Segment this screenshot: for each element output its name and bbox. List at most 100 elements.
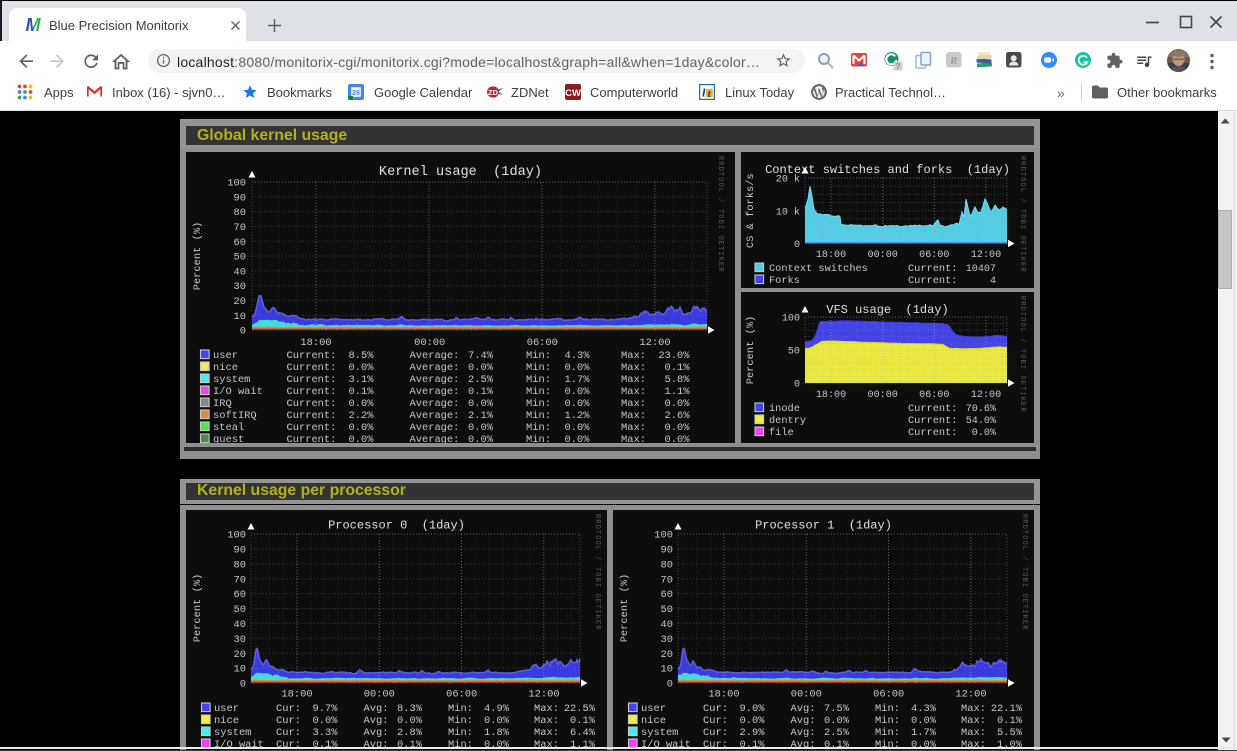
svg-text:12:00: 12:00 (639, 337, 670, 349)
svg-text:Avg:: Avg: (364, 727, 389, 739)
svg-text:Cur:: Cur: (703, 703, 728, 715)
svg-text:00:00: 00:00 (791, 689, 822, 701)
svg-text:10 k: 10 k (776, 206, 800, 218)
svg-text:Min:: Min: (875, 727, 900, 739)
svg-text:1.8%: 1.8% (484, 727, 510, 739)
svg-text:0.0%: 0.0% (665, 398, 691, 410)
svg-text:12:00: 12:00 (971, 250, 1001, 261)
svg-text:40: 40 (234, 619, 246, 631)
svg-text:Cur:: Cur: (703, 715, 728, 727)
svg-text:10407: 10407 (966, 264, 996, 275)
svg-text:Max:: Max: (621, 374, 646, 386)
svg-text:0.0%: 0.0% (565, 362, 591, 374)
svg-text:0.0%: 0.0% (665, 422, 691, 434)
svg-text:1.1%: 1.1% (665, 386, 691, 398)
svg-text:0.0%: 0.0% (911, 715, 937, 727)
svg-text:system: system (641, 727, 678, 739)
svg-text:70: 70 (234, 574, 246, 586)
svg-text:8.3%: 8.3% (397, 703, 423, 715)
svg-text:Min:: Min: (448, 727, 473, 739)
svg-text:18:00: 18:00 (816, 250, 846, 261)
svg-text:Average:: Average: (410, 350, 460, 362)
svg-text:Current:: Current: (287, 374, 337, 386)
svg-text:30: 30 (234, 281, 246, 293)
svg-text:Current:: Current: (287, 362, 337, 374)
svg-text:80: 80 (661, 559, 673, 571)
svg-text:Average:: Average: (410, 422, 460, 434)
svg-text:Avg:: Avg: (791, 703, 816, 715)
svg-text:0.0%: 0.0% (972, 428, 997, 439)
svg-text:Processor 1 (1day): Processor 1 (1day) (755, 519, 892, 533)
svg-text:1.2%: 1.2% (565, 410, 591, 422)
svg-text:Percent (%): Percent (%) (745, 316, 757, 385)
svg-text:Average:: Average: (410, 362, 460, 374)
svg-text:0.0%: 0.0% (468, 434, 494, 443)
svg-text:60: 60 (234, 237, 246, 249)
svg-text:20: 20 (661, 649, 673, 661)
svg-text:Min:: Min: (526, 410, 551, 422)
svg-text:0.0%: 0.0% (468, 362, 494, 374)
svg-text:2.2%: 2.2% (349, 410, 375, 422)
svg-text:guest: guest (213, 434, 244, 443)
svg-text:Min:: Min: (526, 362, 551, 374)
svg-text:4.3%: 4.3% (565, 350, 591, 362)
svg-text:dentry: dentry (769, 415, 806, 427)
svg-text:Max:: Max: (621, 386, 646, 398)
svg-text:Current:: Current: (908, 263, 957, 275)
svg-text:RRDTOOL / TOBI OETIKER: RRDTOOL / TOBI OETIKER (716, 156, 724, 273)
svg-text:7.4%: 7.4% (468, 350, 494, 362)
svg-text:2.5%: 2.5% (824, 727, 850, 739)
svg-text:100: 100 (227, 178, 246, 190)
svg-text:Forks: Forks (769, 275, 800, 287)
svg-text:0.0%: 0.0% (468, 422, 494, 434)
svg-text:Max:: Max: (621, 410, 646, 422)
svg-text:70.6%: 70.6% (966, 404, 997, 415)
svg-text:Max:: Max: (621, 422, 646, 434)
svg-text:0.1%: 0.1% (570, 715, 596, 727)
svg-text:30: 30 (661, 634, 673, 646)
svg-text:00:00: 00:00 (364, 689, 395, 701)
svg-text:30: 30 (234, 634, 246, 646)
svg-text:20 k: 20 k (776, 174, 800, 186)
svg-text:0.0%: 0.0% (349, 398, 375, 410)
svg-text:50: 50 (234, 604, 246, 616)
svg-text:0: 0 (240, 326, 246, 338)
svg-text:06:00: 06:00 (873, 689, 904, 701)
svg-text:20: 20 (234, 649, 246, 661)
svg-text:9.7%: 9.7% (313, 703, 339, 715)
svg-text:23.0%: 23.0% (658, 350, 690, 362)
svg-text:Kernel usage (1day): Kernel usage (1day) (379, 165, 542, 180)
svg-text:Current:: Current: (908, 427, 957, 439)
svg-text:10: 10 (661, 664, 673, 676)
svg-text:RRDTOOL / TOBI OETIKER: RRDTOOL / TOBI OETIKER (1020, 514, 1028, 631)
svg-text:Processor 0 (1day): Processor 0 (1day) (328, 519, 465, 533)
svg-text:?: ? (896, 62, 901, 71)
svg-text:3.3%: 3.3% (313, 727, 339, 739)
svg-text:Current:: Current: (287, 422, 337, 434)
svg-text:file: file (769, 427, 794, 439)
svg-text:90: 90 (234, 545, 246, 557)
svg-text:0.1%: 0.1% (349, 386, 375, 398)
svg-text:50: 50 (661, 604, 673, 616)
svg-text:Current:: Current: (908, 275, 957, 287)
svg-text:80: 80 (234, 207, 246, 219)
svg-text:Max:: Max: (961, 727, 986, 739)
svg-text:2.9%: 2.9% (740, 727, 766, 739)
svg-text:40: 40 (661, 619, 673, 631)
svg-text:0.1%: 0.1% (468, 386, 494, 398)
svg-text:R: R (949, 55, 957, 67)
svg-text:0.0%: 0.0% (349, 422, 375, 434)
svg-text:70: 70 (234, 222, 246, 234)
svg-text:Avg:: Avg: (364, 703, 389, 715)
svg-text:Current:: Current: (287, 386, 337, 398)
svg-text:CS & forks/s: CS & forks/s (745, 173, 757, 248)
svg-text:0.1%: 0.1% (665, 362, 691, 374)
svg-text:Max:: Max: (961, 703, 986, 715)
svg-text:Percent (%): Percent (%) (192, 574, 204, 643)
svg-text:user: user (213, 350, 238, 362)
svg-text:4.3%: 4.3% (911, 703, 937, 715)
svg-text:00:00: 00:00 (868, 250, 898, 261)
svg-text:0.0%: 0.0% (565, 422, 591, 434)
svg-text:Average:: Average: (410, 434, 460, 443)
svg-text:12:00: 12:00 (528, 689, 559, 701)
